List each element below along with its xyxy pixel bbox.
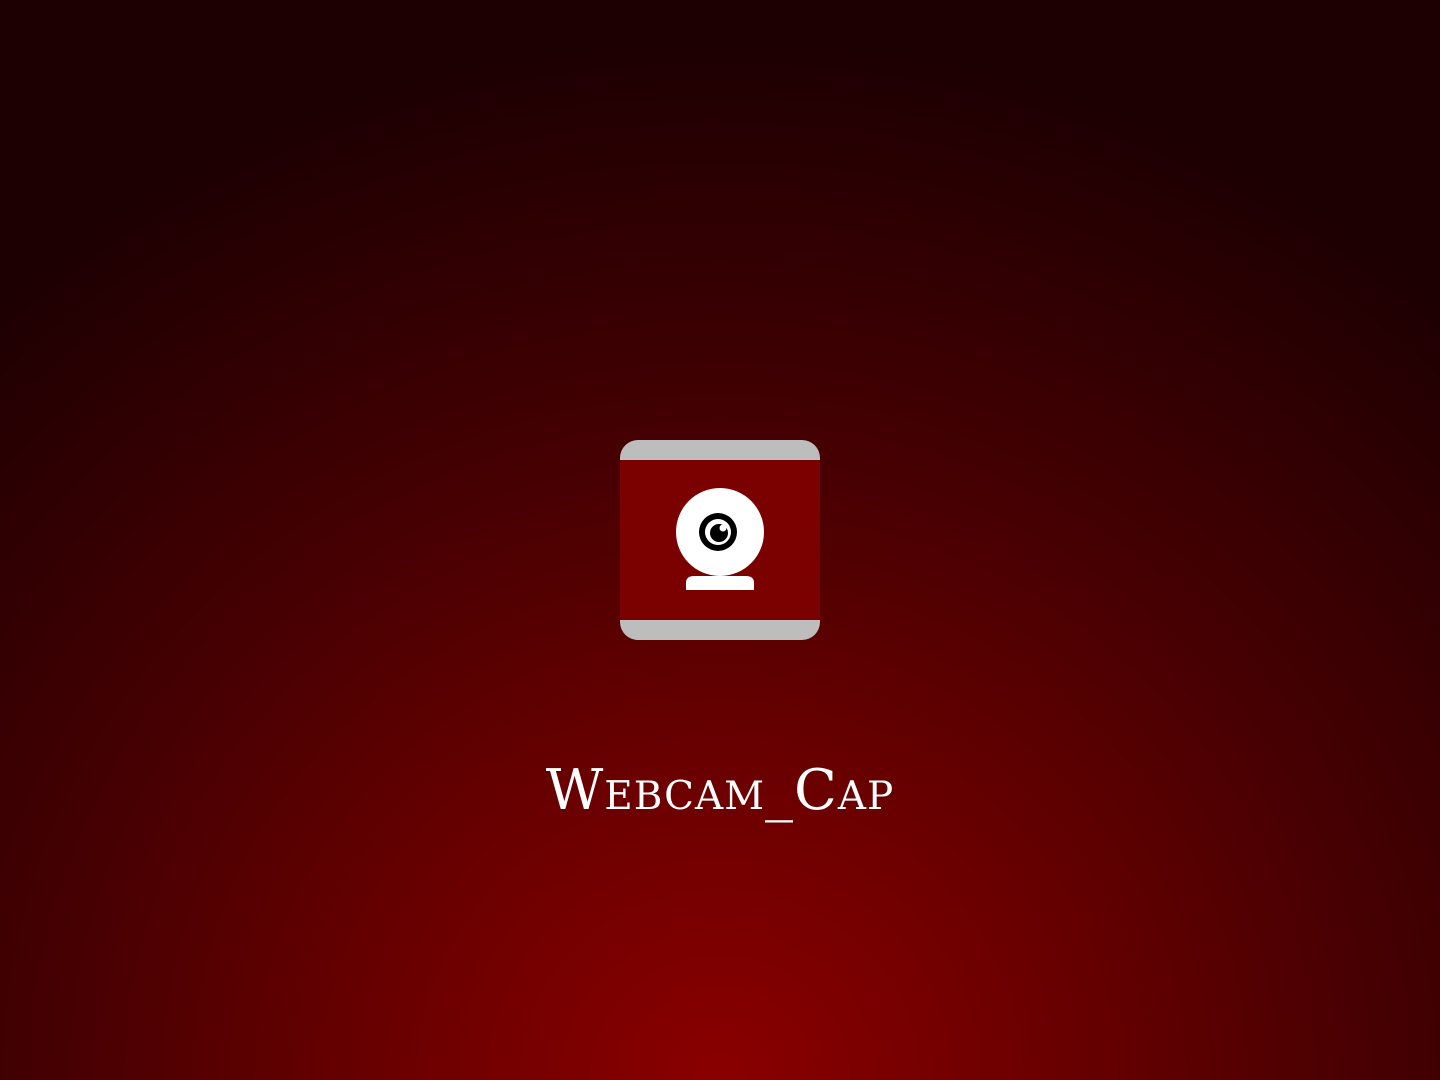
splash-screen: Webcam_Cap <box>0 0 1440 1080</box>
app-logo <box>620 440 820 640</box>
app-title: Webcam_Cap <box>545 758 895 823</box>
webcam-icon <box>676 488 764 590</box>
